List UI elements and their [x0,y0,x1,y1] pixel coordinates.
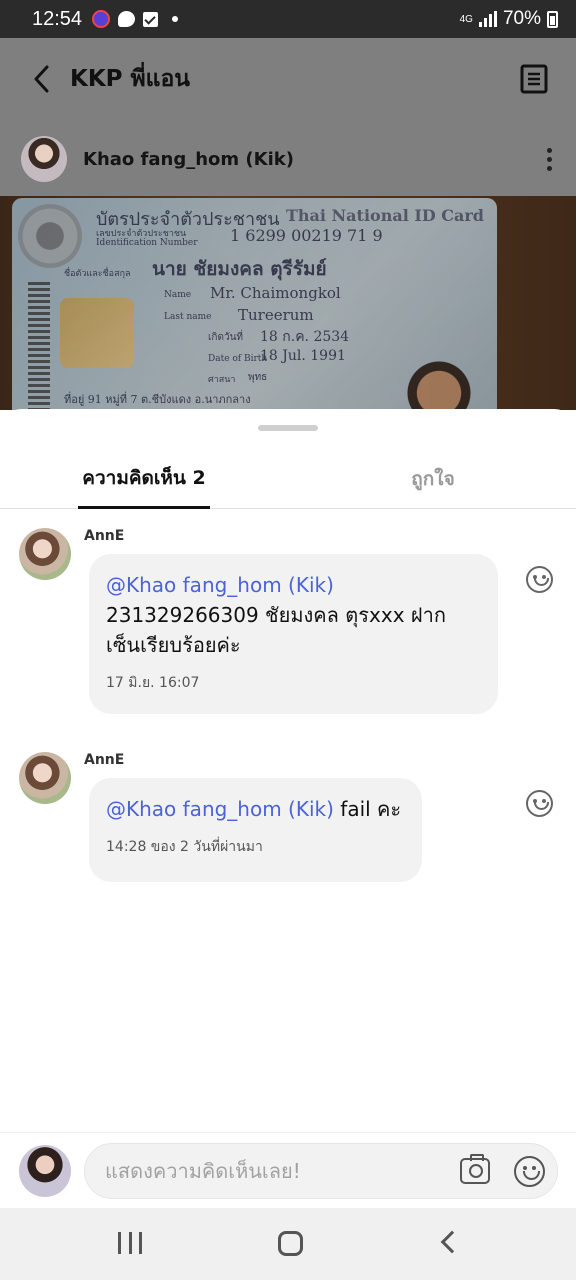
comment-compose-bar [0,1132,576,1208]
notification-icons [92,10,179,28]
card-name-label: Name [164,290,192,300]
card-id-label-en: Identification Number [96,238,198,248]
card-name-th: นาย ชัยมงคล ตุรีรัมย์ [152,258,327,280]
back-icon[interactable] [440,1230,464,1254]
card-dob-label-th: เกิดวันที่ [208,332,244,343]
status-time: 12:54 [32,7,83,30]
status-bar: 12:54 4G 70% [0,0,576,38]
card-dob-label-en: Date of Birth [208,354,268,364]
page-title: KKP พี่แอน [70,66,191,92]
tab-comments[interactable]: ความคิดเห็น 2 [78,449,210,509]
chevron-left-icon [34,65,49,93]
vertical-dots-icon [547,147,552,153]
mention-link[interactable]: @Khao fang_hom (Kik) [106,797,334,821]
battery-percent: 70% [502,8,541,29]
id-card-photo: บัตรประจำตัวประชาชน Thai National ID Car… [12,198,497,410]
tab-likes[interactable]: ถูกใจ [385,449,481,509]
comment-timestamp: 17 มิ.ย. 16:07 [106,675,200,691]
author-name[interactable]: Khao fang_hom (Kik) [83,149,294,170]
comment-item: AnnE @Khao fang_hom (Kik) 231329266309 ช… [0,528,576,718]
card-title-en: Thai National ID Card [286,206,484,225]
card-religion: พุทธ [248,372,268,383]
commenter-name[interactable]: AnnE [84,752,124,768]
card-dob-en: 18 Jul. 1991 [260,348,346,364]
mention-link[interactable]: @Khao fang_hom (Kik) [106,573,334,597]
card-last-name-en: Tureerum [238,306,314,324]
barcode-graphic [28,282,50,410]
comments-sheet: ความคิดเห็น 2 ถูกใจ AnnE @Khao fang_hom … [0,409,576,1208]
comment-text: @Khao fang_hom (Kik) 231329266309 ชัยมงค… [106,570,480,660]
sheet-drag-handle[interactable] [258,425,318,431]
post-author-row: Khao fang_hom (Kik) [0,122,576,196]
garuda-emblem-icon [18,204,82,268]
menu-button[interactable] [520,64,548,94]
comment-text: @Khao fang_hom (Kik) fail คะ [106,794,404,824]
commenter-name[interactable]: AnnE [84,528,124,544]
chat-notification-icon [118,11,136,27]
home-icon[interactable] [278,1231,303,1256]
back-button[interactable] [26,64,56,94]
react-smiley-icon[interactable] [526,566,553,593]
app-notification-icon [92,10,111,28]
document-menu-icon [520,64,548,94]
commenter-avatar[interactable] [19,752,71,804]
comment-timestamp: 14:28 ของ 2 วันที่ผ่านมา [106,839,263,855]
card-portrait [384,338,494,410]
commenter-avatar[interactable] [19,528,71,580]
sheet-tabs: ความคิดเห็น 2 ถูกใจ [0,449,576,509]
author-avatar[interactable] [21,136,67,182]
signal-icon [478,11,497,27]
comment-body: 231329266309 ชัยมงคล ตุรxxx ฝากเซ็นเรียบ… [106,603,446,657]
more-options-button[interactable] [547,147,552,171]
system-navigation-bar [0,1208,576,1280]
card-chip-graphic [60,298,134,368]
card-id-number: 1 6299 00219 71 9 [230,226,383,245]
card-dob-th: 18 ก.ค. 2534 [260,329,350,345]
react-smiley-icon[interactable] [526,790,553,817]
my-avatar [19,1145,71,1197]
comment-body: fail คะ [340,797,402,821]
card-address: ที่อยู่ 91 หมู่ที่ 7 ต.ชีบังแดง อ.นาภกลา… [64,393,251,406]
check-notification-icon [143,11,159,27]
comment-bubble[interactable]: @Khao fang_hom (Kik) fail คะ 14:28 ของ 2… [89,778,422,882]
camera-icon[interactable] [460,1154,490,1184]
more-notifications-dot-icon [172,16,179,22]
app-header: KKP พี่แอน [0,38,576,120]
network-type: 4G [459,13,473,25]
post-image[interactable]: บัตรประจำตัวประชาชน Thai National ID Car… [0,196,576,410]
card-last-name-label: Last name [164,312,212,322]
post-background: KKP พี่แอน Khao fang_hom (Kik) บัตรประจำ… [0,38,576,410]
card-religion-label: ศาสนา [208,375,236,385]
comment-bubble[interactable]: @Khao fang_hom (Kik) 231329266309 ชัยมงค… [89,554,498,714]
battery-icon [547,10,558,28]
smiley-icon[interactable] [514,1156,545,1187]
recent-apps-icon[interactable] [118,1232,142,1254]
card-name-label-th: ชื่อตัวและชื่อสกุล [64,269,131,279]
status-indicators: 4G 70% [460,8,558,30]
comment-item: AnnE @Khao fang_hom (Kik) fail คะ 14:28 … [0,752,576,882]
card-name-en: Mr. Chaimongkol [210,284,341,302]
